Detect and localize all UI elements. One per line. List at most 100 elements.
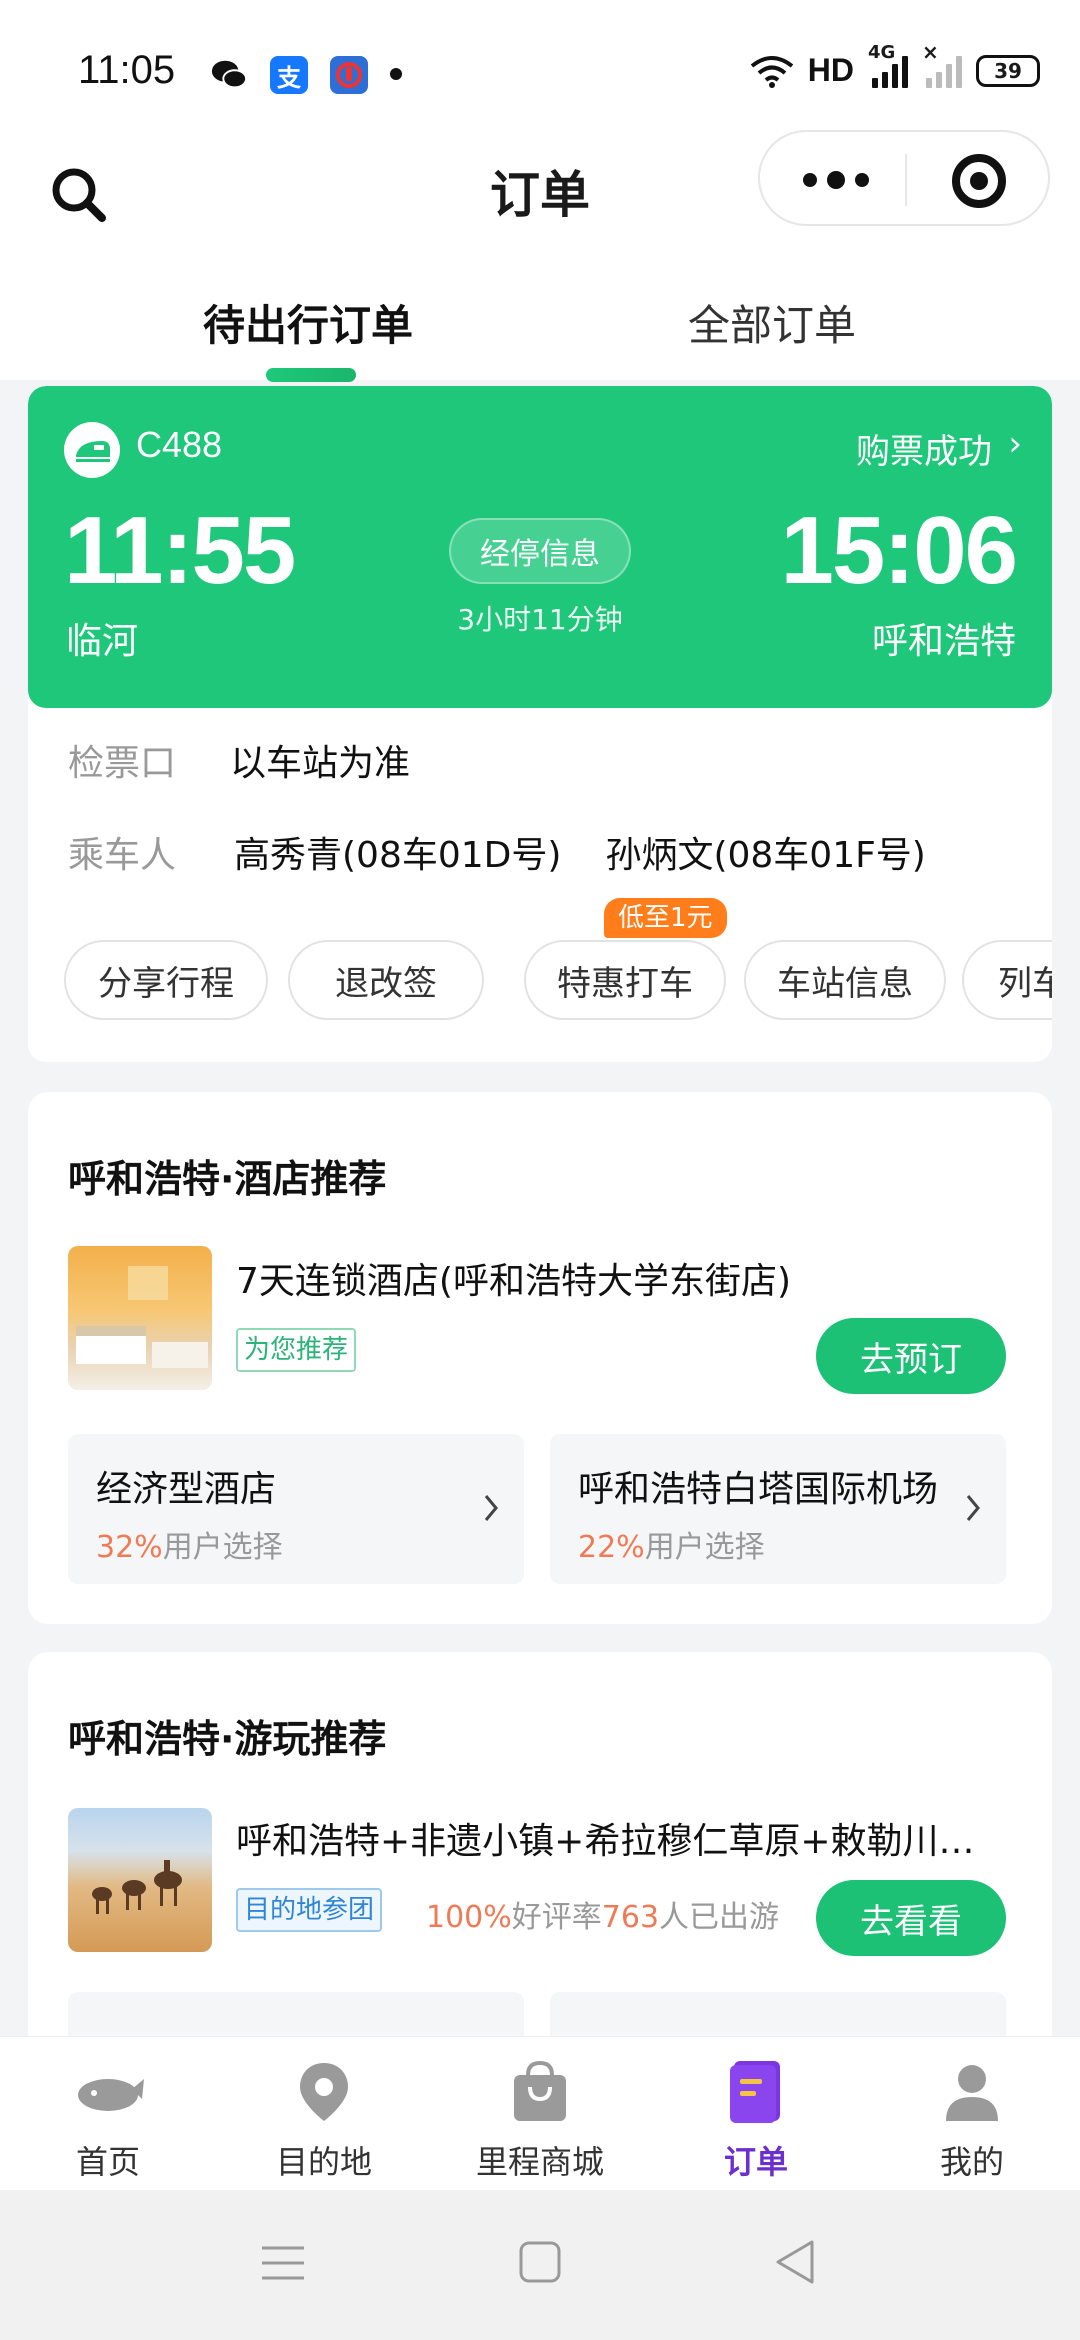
nav-label: 订单 (723, 2143, 788, 2181)
signal-label: 4G (868, 41, 896, 63)
status-indicators: HD 4G × 39 (750, 40, 1040, 89)
tour-rating: 100%好评率763人已出游 (426, 1892, 779, 1936)
bullet-train-icon (64, 422, 120, 478)
notification-dot (390, 68, 402, 80)
status-bar: 11:05 支 HD 4G × 39 (0, 0, 1080, 130)
nav-home[interactable]: 首页 (0, 2037, 216, 2191)
action-chips: 分享行程 退改签 特惠打车 车站信息 列车信 (64, 932, 1052, 1022)
more-button[interactable] (796, 152, 876, 208)
chevron-right-icon (966, 1495, 980, 1521)
passenger-row: 乘车人 高秀青(08车01D号) 孙炳文(08车01F号) (68, 826, 970, 878)
rating-label: 好评率 (511, 1900, 602, 1935)
order-status[interactable]: 购票成功 (856, 424, 992, 473)
travelers-count: 763 (601, 1900, 660, 1935)
nav-label: 我的 (939, 2143, 1004, 2181)
hotel-recommend-card: 呼和浩特·酒店推荐 7天连锁酒店(呼和浩特大学东街店) 为您推荐 去预订 经济型… (28, 1092, 1052, 1624)
status-time: 11:05 (78, 48, 176, 92)
rating-pct: 100% (426, 1900, 512, 1935)
option-suffix: 用户选择 (162, 1530, 283, 1565)
tour-recommend-card: 呼和浩特·游玩推荐 呼和浩特+非遗小镇+希拉穆仁草原+敕勒川… 目的地参团 10… (28, 1652, 1052, 2052)
option-stat: 32%用户选择 (96, 1522, 283, 1566)
train-order-card[interactable]: C488 购票成功 › 11:55 15:06 经停信息 3小时11分钟 临河 … (28, 386, 1052, 1062)
battery-level: 39 (994, 58, 1022, 83)
hotel-option-economy[interactable]: 经济型酒店 32%用户选择 (68, 1434, 524, 1584)
user-icon (946, 2065, 998, 2121)
menu-icon[interactable] (258, 2240, 308, 2286)
option-title: 呼和浩特白塔国际机场 (578, 1469, 939, 1510)
nav-label: 目的地 (275, 2143, 372, 2181)
hotel-option-airport[interactable]: 呼和浩特白塔国际机场 22%用户选择 (550, 1434, 1006, 1584)
option-pct: 22% (578, 1530, 645, 1565)
tab-pending-orders[interactable]: 待出行订单 (203, 292, 413, 353)
passenger-label: 乘车人 (68, 835, 177, 876)
order-tabs: 待出行订单 全部订单 (0, 280, 1080, 382)
departure-station: 临河 (66, 621, 139, 662)
recommend-tag: 为您推荐 (236, 1328, 357, 1372)
hd-indicator: HD (807, 52, 854, 88)
battery-icon: 39 (976, 54, 1040, 87)
share-trip-button[interactable]: 分享行程 (64, 940, 268, 1020)
arrival-station: 呼和浩特 (871, 621, 1016, 662)
check-in-value: 以车站为准 (230, 743, 411, 784)
nav-destination[interactable]: 目的地 (216, 2037, 432, 2191)
home-square-icon[interactable] (518, 2240, 562, 2284)
check-in-label: 检票口 (68, 743, 177, 784)
capsule-divider (905, 154, 907, 206)
more-dot-icon (827, 171, 845, 189)
passenger-1: 高秀青(08车01D号) (234, 835, 562, 876)
departure-time: 11:55 (64, 497, 296, 604)
option-stat: 22%用户选择 (578, 1522, 765, 1566)
chevron-right-icon (484, 1495, 498, 1521)
option-suffix: 用户选择 (644, 1530, 765, 1565)
nav-mine[interactable]: 我的 (864, 2037, 1080, 2191)
location-pin-icon (300, 2063, 348, 2121)
promo-badge: 低至1元 (604, 898, 727, 938)
signal-4g: 4G (868, 42, 908, 88)
nav-label: 里程商城 (475, 2143, 604, 2181)
train-info-button[interactable]: 列车信 (962, 940, 1052, 1020)
taxi-deal-button[interactable]: 特惠打车 (524, 940, 726, 1020)
option-title: 经济型酒店 (96, 1469, 277, 1510)
bottom-navigation: 首页 目的地 里程商城 订单 我的 (0, 2036, 1080, 2190)
wifi-icon (750, 55, 794, 88)
station-info-button[interactable]: 车站信息 (744, 940, 946, 1020)
stops-info-button[interactable]: 经停信息 (449, 518, 631, 584)
tab-indicator (266, 368, 356, 382)
check-in-row: 检票口 以车站为准 (68, 734, 454, 786)
passenger-2: 孙炳文(08车01F号) (605, 835, 926, 876)
nav-mileage-mall[interactable]: 里程商城 (432, 2037, 648, 2191)
alipay-icon: 支 (270, 56, 308, 94)
back-triangle-icon[interactable] (772, 2238, 818, 2286)
hotel-thumbnail[interactable] (68, 1246, 212, 1390)
more-dot-icon (855, 173, 869, 187)
tour-thumbnail[interactable] (68, 1808, 212, 1952)
hotel-section-title: 呼和浩特·酒店推荐 (68, 1157, 387, 1201)
signal-sim2: × (922, 40, 962, 88)
view-tour-button[interactable]: 去看看 (816, 1880, 1006, 1956)
whale-home-icon (78, 2079, 144, 2111)
system-navigation-bar (0, 2190, 1080, 2340)
travelers-label: 人已出游 (659, 1900, 780, 1935)
book-hotel-button[interactable]: 去预订 (816, 1318, 1006, 1394)
shopping-bag-icon (514, 2060, 566, 2121)
nav-label: 首页 (75, 2143, 140, 2181)
close-miniprogram-icon[interactable] (952, 154, 1006, 208)
group-tour-tag: 目的地参团 (236, 1888, 383, 1932)
railway-app-icon (330, 56, 368, 94)
arrival-time: 15:06 (780, 497, 1018, 604)
train-summary[interactable]: C488 购票成功 › 11:55 15:06 经停信息 3小时11分钟 临河 … (28, 386, 1052, 708)
mini-program-capsule (758, 130, 1050, 226)
tour-name[interactable]: 呼和浩特+非遗小镇+希拉穆仁草原+敕勒川… (236, 1812, 976, 1864)
option-pct: 32% (96, 1530, 163, 1565)
more-dot-icon (803, 173, 817, 187)
chevron-right-icon: › (1008, 424, 1022, 464)
train-number: C488 (136, 424, 223, 465)
wechat-icon (210, 56, 248, 94)
refund-change-button[interactable]: 退改签 (288, 940, 484, 1020)
tour-section-title: 呼和浩特·游玩推荐 (68, 1717, 387, 1761)
order-book-icon (730, 2061, 780, 2123)
hotel-name[interactable]: 7天连锁酒店(呼和浩特大学东街店) (236, 1252, 856, 1304)
tab-all-orders[interactable]: 全部订单 (688, 292, 856, 353)
page-header: 订单 待出行订单 全部订单 (0, 130, 1080, 382)
nav-orders[interactable]: 订单 (648, 2037, 864, 2191)
